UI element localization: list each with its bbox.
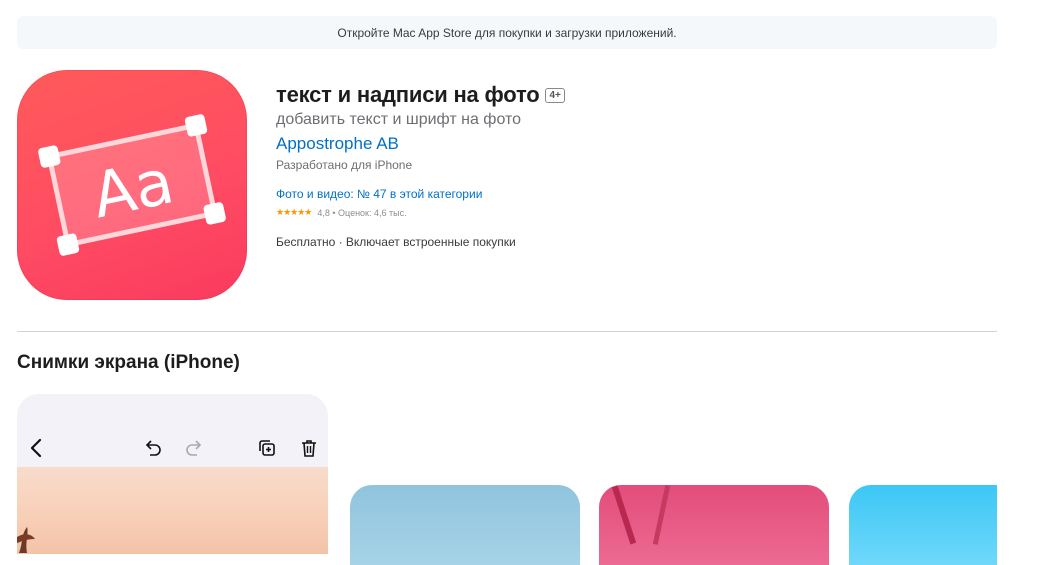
banner-text: Откройте Mac App Store для покупки и заг… [337, 25, 677, 40]
screenshot-photo [17, 467, 328, 554]
app-title: текст и надписи на фото [276, 82, 540, 107]
rating-row: ★★★★★ 4,8 • Оценок: 4,6 тыс. [276, 207, 407, 218]
rating-separator: • [329, 207, 339, 218]
screenshot-3[interactable] [599, 485, 829, 565]
back-chevron-icon [30, 438, 42, 458]
screenshot-1[interactable] [17, 394, 328, 554]
section-divider [17, 331, 997, 332]
undo-icon [145, 440, 161, 456]
age-rating-badge: 4+ [545, 87, 565, 103]
open-app-store-banner: Откройте Mac App Store для покупки и заг… [17, 16, 997, 49]
duplicate-icon [259, 440, 275, 456]
app-icon: Aa [17, 70, 247, 300]
flower-stem [611, 485, 637, 545]
rating-stars-icon: ★★★★★ [276, 207, 312, 217]
rating-count: Оценок: 4,6 тыс. [338, 207, 407, 218]
screenshot-toolbar [17, 394, 328, 467]
app-title-row: текст и надписи на фото 4+ [276, 82, 565, 108]
redo-icon [186, 440, 202, 456]
developer-link[interactable]: Appostrophe AB [276, 134, 399, 154]
trash-icon [302, 440, 316, 457]
price-label: Бесплатно · Включает встроенные покупки [276, 235, 516, 249]
text-frame-icon: Aa [38, 114, 226, 256]
designed-for-label: Разработано для iPhone [276, 158, 413, 172]
category-rank-link[interactable]: Фото и видео: № 47 в этой категории [276, 187, 482, 201]
screenshots-title: Снимки экрана (iPhone) [17, 352, 240, 373]
flower-stem [652, 485, 671, 545]
rating-value: 4,8 [317, 207, 330, 218]
app-subtitle: добавить текст и шрифт на фото [276, 111, 522, 128]
screenshot-4[interactable] [849, 485, 997, 565]
plant-silhouette-icon [17, 527, 35, 553]
screenshot-2[interactable] [350, 485, 580, 565]
